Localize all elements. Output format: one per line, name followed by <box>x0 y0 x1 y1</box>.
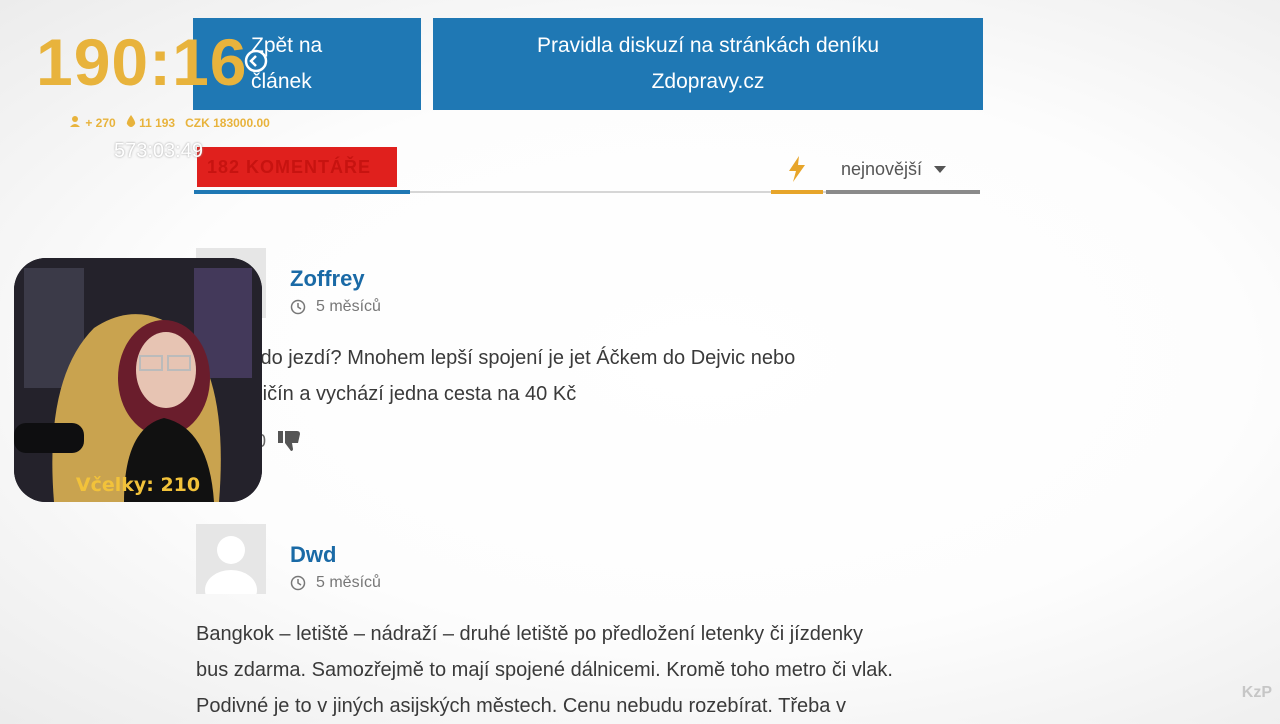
rules-button-label: Pravidla diskuzí na stránkách deníku Zdo… <box>536 34 880 93</box>
sort-dropdown[interactable]: nejnovější <box>826 145 980 194</box>
subathon-timer: 190:16 <box>36 25 248 99</box>
channel-watermark: KzP <box>1241 684 1272 701</box>
followers-stat: + 270 <box>70 115 116 130</box>
comment-author[interactable]: Zoffrey <box>290 266 365 292</box>
comment-count-label: 182 KOMENTÁŘE <box>207 156 372 177</box>
donation-total: CZK 183000.00 <box>185 115 270 130</box>
thumbs-down-icon[interactable] <box>278 430 302 452</box>
comment-text-line: m na Zličín a vychází jedna cesta na 40 … <box>196 383 577 405</box>
stream-uptime: 573:03:49 <box>114 140 203 162</box>
hot-tab-indicator <box>771 190 823 194</box>
webcam-image <box>14 258 262 502</box>
clock-icon <box>290 575 306 591</box>
clock-icon <box>290 299 306 315</box>
comment-text-line: Bangkok – letiště – nádraží – druhé leti… <box>196 623 864 645</box>
comment-text: Bangkok – letiště – nádraží – druhé leti… <box>196 616 996 724</box>
bees-counter: Včelky: 210 <box>75 474 201 496</box>
chevron-down-icon <box>934 165 947 173</box>
sort-label: nejnovější <box>841 158 923 179</box>
comment-time-label: 5 měsíců <box>316 298 381 315</box>
comment-text-line: bus zdarma. Samozřejmě to mají spojené d… <box>196 659 893 681</box>
drop-icon <box>126 115 135 127</box>
comment-author[interactable]: Dwd <box>290 542 336 568</box>
webcam-feed: Včelky: 210 <box>14 258 262 502</box>
active-tab-indicator <box>194 190 410 194</box>
comment-text: stě někdo jezdí? Mnohem lepší spojení je… <box>196 340 996 412</box>
tab-comment-count[interactable]: 182 KOMENTÁŘE <box>197 147 397 187</box>
comment-text-line: Podivné je to v jiných asijských městech… <box>196 695 846 717</box>
bits-stat: 11 193 <box>126 115 175 130</box>
lightning-icon <box>789 156 805 182</box>
followers-count: + 270 <box>85 116 116 130</box>
discussion-rules-button[interactable]: Pravidla diskuzí na stránkách deníku Zdo… <box>433 18 983 110</box>
sort-tab-indicator <box>826 190 980 194</box>
comment-time-label: 5 měsíců <box>316 574 381 591</box>
avatar <box>196 524 266 594</box>
tab-hot[interactable] <box>771 145 823 194</box>
user-icon <box>70 116 80 127</box>
comment-time: 5 měsíců <box>290 574 381 592</box>
comment-text-line: stě někdo jezdí? Mnohem lepší spojení je… <box>196 347 796 369</box>
timer-stats: + 270 11 193 CZK 183000.00 <box>70 115 270 130</box>
bits-count: 11 193 <box>139 116 176 130</box>
comment-tabs: 182 KOMENTÁŘE nejnovější <box>194 145 980 197</box>
comment-votes: 0 <box>256 430 302 452</box>
comment-time: 5 měsíců <box>290 298 381 316</box>
